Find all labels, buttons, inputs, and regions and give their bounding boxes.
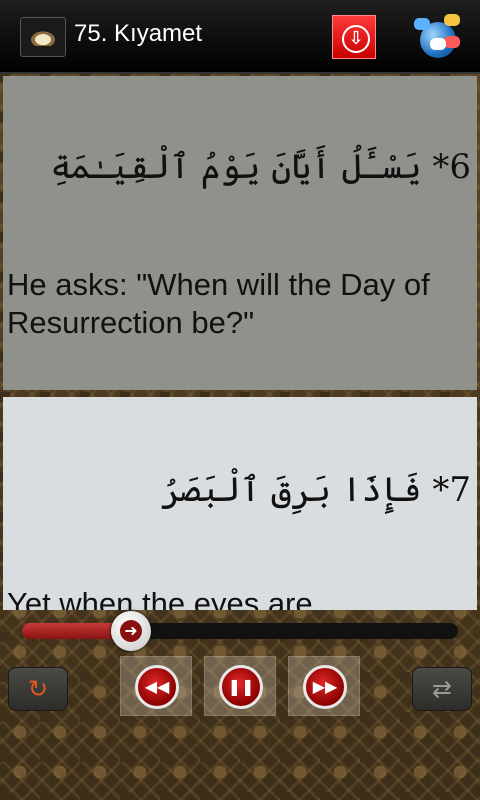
rewind-button[interactable]: ◀◀: [120, 656, 192, 716]
verse-card[interactable]: 6* يَسْـَٔلُ أَيَّانَ يَوْمُ ٱلْقِيَـٰمَ…: [3, 76, 477, 390]
progress-bar[interactable]: [22, 623, 458, 639]
verse-translation: He asks: "When will the Day of Resurrect…: [7, 267, 430, 340]
title-bar: 75. Kıyamet ⇩: [0, 0, 480, 74]
pause-icon: ❚❚: [219, 665, 263, 709]
page-title: 75. Kıyamet: [74, 20, 203, 47]
rewind-icon: ◀◀: [135, 665, 179, 709]
verse-arabic: 7* فَإِذَا بَرِقَ ٱلْبَصَرُ: [160, 470, 471, 510]
pause-button[interactable]: ❚❚: [204, 656, 276, 716]
verse-arabic: 6* يَسْـَٔلُ أَيَّانَ يَوْمُ ٱلْقِيَـٰمَ…: [50, 147, 471, 187]
verse-card[interactable]: 7* فَإِذَا بَرِقَ ٱلْبَصَرُ Yet when the…: [3, 397, 477, 610]
open-book-icon[interactable]: [20, 17, 66, 57]
download-icon: ⇩: [342, 25, 370, 53]
progress-thumb[interactable]: ➜: [111, 611, 151, 651]
shuffle-icon: ⇄: [431, 675, 453, 703]
shuffle-button[interactable]: ⇄: [412, 667, 472, 711]
forward-button[interactable]: ▶▶: [288, 656, 360, 716]
share-button[interactable]: [414, 12, 462, 60]
repeat-icon: ↻: [27, 675, 49, 703]
repeat-button[interactable]: ↻: [8, 667, 68, 711]
arrow-right-icon: ➜: [120, 620, 142, 642]
download-button[interactable]: ⇩: [332, 15, 376, 59]
fast-forward-icon: ▶▶: [303, 665, 347, 709]
verse-translation: Yet when the eyes are: [7, 586, 313, 610]
